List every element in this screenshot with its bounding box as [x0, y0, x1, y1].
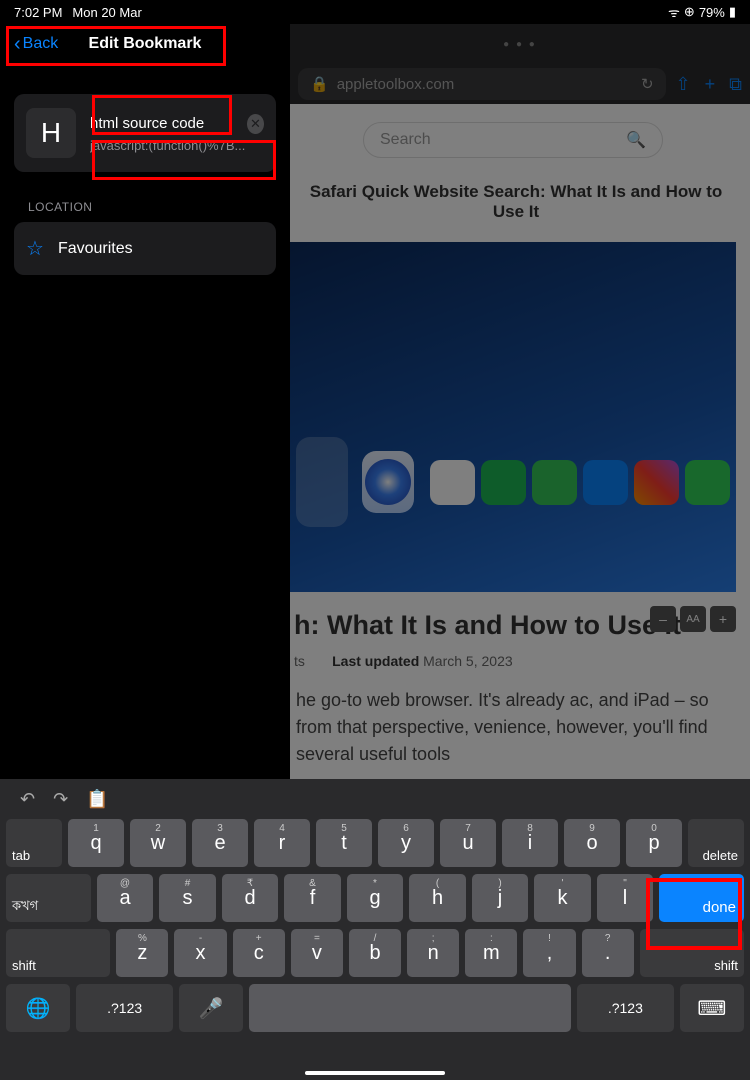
key-e[interactable]: 3e [192, 819, 248, 867]
dock-bg-panel [296, 437, 348, 527]
bookmark-name-input[interactable] [90, 115, 239, 132]
clipboard-button[interactable]: 📋 [86, 789, 108, 810]
safari-app-icon [362, 451, 414, 513]
key-h[interactable]: (h [409, 874, 466, 922]
key-space[interactable] [249, 984, 571, 1032]
back-button[interactable]: ‹ Back [14, 33, 58, 56]
key-shift-left[interactable]: shift [6, 929, 110, 977]
redo-button[interactable]: ↷ [53, 789, 68, 810]
key-p[interactable]: 0p [626, 819, 682, 867]
article-link-title[interactable]: Safari Quick Website Search: What It Is … [290, 182, 736, 222]
article-body: he go-to web browser. It's already ac, a… [290, 687, 736, 768]
key-r[interactable]: 4r [254, 819, 310, 867]
text-larger-button[interactable]: + [710, 606, 736, 632]
home-indicator[interactable] [305, 1071, 445, 1075]
key-v[interactable]: =v [291, 929, 343, 977]
url-text: appletoolbox.com [337, 76, 455, 93]
address-bar[interactable]: 🔒 appletoolbox.com ↻ [298, 68, 666, 100]
key-c[interactable]: +c [233, 929, 285, 977]
status-date: Mon 20 Mar [72, 5, 141, 20]
key-shift-right[interactable]: shift [640, 929, 744, 977]
battery-percent: 79% [699, 5, 725, 20]
mail-app-icon [583, 460, 628, 505]
share-icon[interactable]: ⇧ [676, 74, 691, 95]
article-hero-image [290, 242, 736, 592]
key-,[interactable]: !, [523, 929, 575, 977]
key-b[interactable]: /b [349, 929, 401, 977]
orientation-lock-icon: ⊕ [684, 4, 695, 20]
location-value: Favourites [58, 240, 133, 258]
location-row[interactable]: ☆ Favourites [14, 222, 276, 275]
key-k[interactable]: 'k [534, 874, 591, 922]
text-size-button[interactable]: AA [680, 606, 706, 632]
wifi-icon: ᯤ [668, 3, 680, 21]
key-a[interactable]: @a [97, 874, 154, 922]
search-placeholder: Search [380, 131, 431, 149]
location-section-label: LOCATION [14, 200, 276, 214]
key-s[interactable]: #s [159, 874, 216, 922]
star-icon: ☆ [26, 236, 44, 261]
facetime-app-icon [685, 460, 730, 505]
key-lang[interactable]: কখগ [6, 874, 91, 922]
bookmark-edit-card: H ✕ [14, 94, 276, 172]
key-u[interactable]: 7u [440, 819, 496, 867]
bookmark-url-input[interactable] [90, 138, 264, 153]
key-numsym-left[interactable]: .?123 [76, 984, 173, 1032]
status-time: 7:02 PM [14, 5, 62, 20]
key-o[interactable]: 9o [564, 819, 620, 867]
key-m[interactable]: :m [465, 929, 517, 977]
refresh-icon[interactable]: ↻ [641, 75, 654, 93]
key-g[interactable]: *g [347, 874, 404, 922]
clear-name-button[interactable]: ✕ [247, 114, 264, 134]
key-hide-keyboard[interactable]: ⌨ [680, 984, 744, 1032]
back-label: Back [23, 35, 59, 53]
lock-icon: 🔒 [310, 75, 329, 93]
key-z[interactable]: %z [116, 929, 168, 977]
key-j[interactable]: )j [472, 874, 529, 922]
key-done[interactable]: done [659, 874, 744, 922]
undo-button[interactable]: ↶ [20, 789, 35, 810]
key-numsym-right[interactable]: .?123 [577, 984, 674, 1032]
photos-app-icon [634, 460, 679, 505]
chrome-app-icon [430, 460, 475, 505]
search-icon: 🔍 [626, 130, 646, 150]
key-delete[interactable]: delete [688, 819, 744, 867]
chevron-left-icon: ‹ [14, 33, 21, 56]
key-.[interactable]: ?. [582, 929, 634, 977]
key-y[interactable]: 6y [378, 819, 434, 867]
key-mic[interactable]: 🎤 [179, 984, 243, 1032]
page-title: Edit Bookmark [89, 35, 202, 53]
onscreen-keyboard: ↶ ↷ 📋 tab1q2w3e4r5t6y7u8i9o0pdelete কখগ@… [0, 779, 750, 1080]
tabs-icon[interactable]: ⧉ [729, 74, 742, 95]
key-d[interactable]: ₹d [222, 874, 279, 922]
spotify-app-icon [481, 460, 526, 505]
key-f[interactable]: &f [284, 874, 341, 922]
messages-app-icon [532, 460, 577, 505]
key-t[interactable]: 5t [316, 819, 372, 867]
key-n[interactable]: ;n [407, 929, 459, 977]
article-meta: ts Last updated March 5, 2023 [290, 647, 736, 687]
new-tab-icon[interactable]: + [705, 74, 716, 95]
battery-icon: ▮ [729, 4, 736, 20]
key-tab[interactable]: tab [6, 819, 62, 867]
key-x[interactable]: -x [174, 929, 226, 977]
site-search-input[interactable]: Search 🔍 [363, 122, 663, 158]
key-globe[interactable]: 🌐 [6, 984, 70, 1032]
key-w[interactable]: 2w [130, 819, 186, 867]
text-smaller-button[interactable]: – [650, 606, 676, 632]
key-i[interactable]: 8i [502, 819, 558, 867]
window-dots-icon[interactable]: ● ● ● [503, 39, 537, 50]
bookmark-favicon: H [26, 108, 76, 158]
key-q[interactable]: 1q [68, 819, 124, 867]
key-l[interactable]: "l [597, 874, 654, 922]
